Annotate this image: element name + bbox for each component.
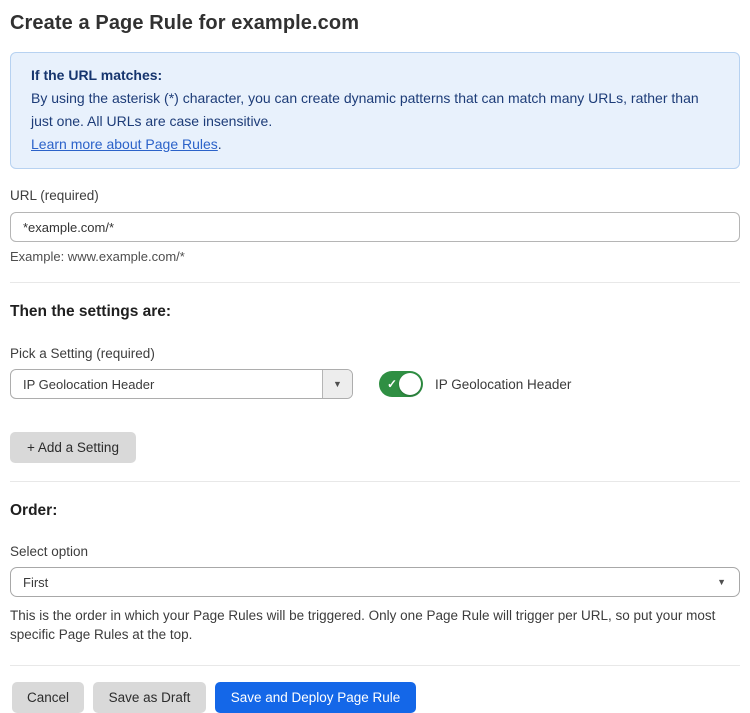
page-rule-form: Create a Page Rule for example.com If th… — [0, 0, 750, 713]
ip-geolocation-toggle[interactable]: ✓ — [379, 371, 423, 397]
caret-down-icon: ▼ — [717, 578, 726, 587]
order-select-value: First — [11, 575, 717, 590]
url-input[interactable] — [10, 212, 740, 242]
setting-select[interactable]: IP Geolocation Header ▼ — [10, 369, 353, 399]
check-icon: ✓ — [387, 378, 397, 390]
settings-section-heading: Then the settings are: — [10, 303, 740, 321]
infobox-link-line: Learn more about Page Rules. — [31, 133, 719, 156]
divider — [10, 481, 740, 482]
infobox-body: By using the asterisk (*) character, you… — [31, 87, 719, 133]
order-help-text: This is the order in which your Page Rul… — [10, 606, 732, 644]
divider — [10, 282, 740, 283]
url-label: URL (required) — [10, 188, 740, 203]
toggle-knob — [399, 373, 421, 395]
learn-more-link[interactable]: Learn more about Page Rules — [31, 136, 218, 152]
link-suffix: . — [218, 136, 222, 152]
order-section-heading: Order: — [10, 502, 740, 520]
toggle-label: IP Geolocation Header — [435, 377, 571, 392]
setting-row: IP Geolocation Header ▼ ✓ IP Geolocation… — [10, 369, 740, 399]
caret-down-icon: ▼ — [333, 380, 342, 389]
infobox-heading: If the URL matches: — [31, 64, 719, 87]
order-select[interactable]: First ▼ — [10, 567, 740, 597]
setting-select-value: IP Geolocation Header — [11, 377, 322, 392]
url-matches-infobox: If the URL matches: By using the asteris… — [10, 52, 740, 169]
divider — [10, 665, 740, 666]
select-option-label: Select option — [10, 544, 740, 559]
page-title: Create a Page Rule for example.com — [10, 12, 740, 35]
pick-setting-label: Pick a Setting (required) — [10, 346, 740, 361]
url-example-hint: Example: www.example.com/* — [10, 249, 740, 264]
setting-select-arrow-button[interactable]: ▼ — [322, 369, 352, 399]
add-setting-button[interactable]: + Add a Setting — [10, 432, 136, 463]
